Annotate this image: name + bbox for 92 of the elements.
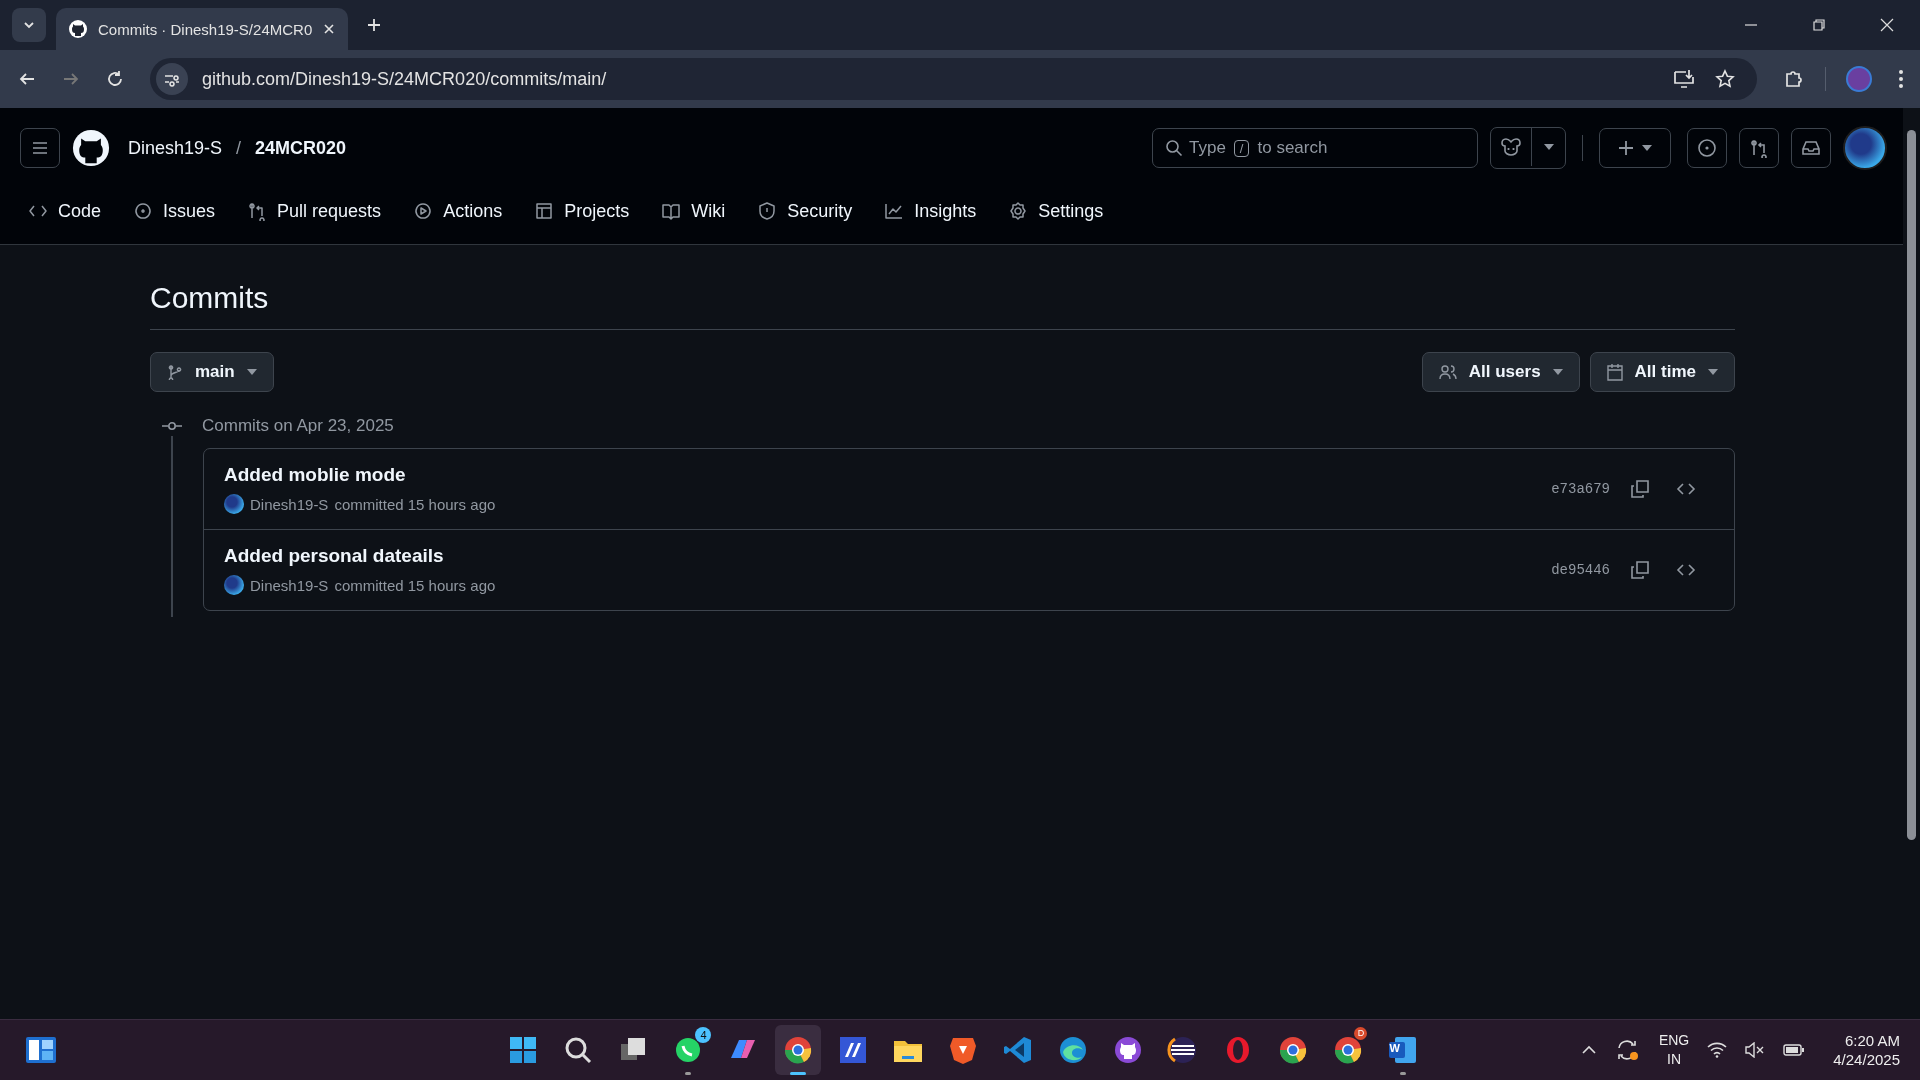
author-link[interactable]: Dinesh19-S [250, 576, 329, 594]
commit-message-link[interactable]: Added moblie mode [224, 464, 496, 486]
commit-node-icon [162, 421, 182, 431]
caret-icon [1708, 369, 1718, 375]
commit-date-heading: Commits on Apr 23, 2025 [202, 416, 394, 436]
repo-link[interactable]: 24MCR020 [255, 137, 347, 159]
repo-nav-tab[interactable]: Issues [133, 200, 216, 222]
url-text: github.com/Dinesh19-S/24MCR020/commits/main/ [202, 68, 607, 90]
close-icon[interactable] [322, 22, 337, 36]
caret-icon [246, 369, 257, 375]
new-tab-icon[interactable] [366, 17, 383, 33]
book-icon [661, 201, 682, 221]
commit-sha-link[interactable]: e73a679 [1551, 481, 1610, 497]
repo-nav-tab[interactable]: Actions [413, 200, 503, 222]
repo-nav-tab[interactable]: Projects [534, 200, 630, 222]
branch-selector[interactable]: main [150, 352, 274, 392]
more-menu-icon[interactable] [1898, 69, 1904, 89]
install-app-icon[interactable] [1673, 68, 1695, 90]
commit-time-text: committed 15 hours ago [334, 495, 496, 513]
users-filter-button[interactable]: All users [1421, 352, 1580, 392]
close-window-icon[interactable] [1880, 18, 1894, 32]
profile-avatar[interactable] [1846, 66, 1872, 92]
repo-nav-tab[interactable]: Wiki [661, 200, 726, 222]
copy-icon[interactable] [1630, 479, 1650, 499]
site-info-icon[interactable] [156, 63, 188, 95]
time-filter-button[interactable]: All time [1589, 352, 1735, 392]
notification-badge: D [1354, 1027, 1368, 1040]
language-text[interactable]: ENG [1658, 1031, 1690, 1050]
commit-time-text: committed 15 hours ago [334, 576, 496, 594]
tab-title: Commits · Dinesh19-S/24MCR0 [98, 20, 313, 38]
copy-icon[interactable] [1630, 560, 1650, 580]
line-graph-icon [884, 201, 905, 221]
tab-list-button[interactable] [12, 8, 46, 42]
pull-request-icon [247, 201, 268, 221]
inbox-button[interactable] [1791, 128, 1831, 168]
caret-icon [1552, 369, 1563, 375]
clock-date[interactable]: 4/24/2025 [1833, 1050, 1900, 1069]
chevron-up-icon[interactable] [1580, 1045, 1597, 1055]
shield-icon [757, 201, 778, 221]
repo-nav-tab[interactable]: Settings [1008, 200, 1104, 222]
clock-time[interactable]: 6:20 AM [1844, 1031, 1900, 1050]
table-icon [534, 201, 555, 221]
branch-icon [167, 364, 183, 380]
search-field[interactable]: Type / to search [1152, 128, 1478, 168]
taskbar-button[interactable] [775, 1025, 822, 1075]
menu-icon [31, 139, 49, 157]
muted-speaker-icon[interactable] [1745, 1042, 1766, 1058]
gear-icon [1008, 201, 1029, 221]
menu-button[interactable] [20, 128, 60, 168]
inbox-tray-icon [1801, 138, 1821, 158]
commit-message-link[interactable]: Added personal dateails [224, 545, 496, 567]
issues-button[interactable] [1687, 128, 1727, 168]
app-letter: W [1389, 1042, 1400, 1054]
author-avatar [224, 575, 244, 595]
author-avatar [224, 494, 244, 514]
owner-link[interactable]: Dinesh19-S [128, 137, 223, 159]
caret-icon [1642, 145, 1652, 151]
address-bar[interactable]: github.com/Dinesh19-S/24MCR020/commits/main/ [150, 58, 1757, 100]
create-new-button[interactable] [1599, 128, 1671, 168]
caret-icon [1543, 144, 1554, 150]
circle-dot-icon [1697, 138, 1717, 158]
repo-nav-tab[interactable]: Insights [884, 200, 977, 222]
cat-logo-icon[interactable] [72, 129, 110, 167]
region-text[interactable]: IN [1667, 1050, 1682, 1069]
plus-icon [1618, 140, 1634, 156]
browser-tab[interactable]: Commits · Dinesh19-S/24MCR0 [56, 8, 349, 50]
battery-icon[interactable] [1783, 1043, 1806, 1057]
puzzle-piece-icon[interactable] [1783, 68, 1805, 90]
goggles-face-icon [1501, 138, 1521, 156]
cat-logo-icon [68, 19, 88, 39]
path-separator: / [236, 137, 242, 159]
star-icon[interactable] [1715, 69, 1735, 89]
widgets-icon[interactable] [26, 1037, 56, 1063]
search-icon [1165, 139, 1183, 157]
reload-icon[interactable] [106, 70, 124, 88]
people-icon [1438, 364, 1457, 380]
repo-nav-tab[interactable]: Code [28, 200, 102, 222]
calendar-icon [1606, 363, 1623, 381]
taskbar-button[interactable]: W [1380, 1025, 1427, 1075]
taskbar-button[interactable]: 4 [665, 1025, 712, 1075]
author-link[interactable]: Dinesh19-S [250, 495, 329, 513]
notification-badge: 4 [695, 1027, 712, 1043]
wifi-icon[interactable] [1707, 1042, 1728, 1058]
taskbar-button[interactable]: D [1325, 1025, 1372, 1075]
repo-nav-tab[interactable]: Pull requests [247, 200, 382, 222]
commit-sha-link[interactable]: de95446 [1551, 562, 1610, 578]
user-avatar[interactable] [1843, 126, 1887, 170]
pull-request-icon [1749, 138, 1769, 158]
pull-requests-button[interactable] [1739, 128, 1779, 168]
repo-nav-tab[interactable]: Security [757, 200, 853, 222]
page-title: Commits [150, 281, 1735, 330]
restore-icon[interactable] [1812, 18, 1826, 32]
